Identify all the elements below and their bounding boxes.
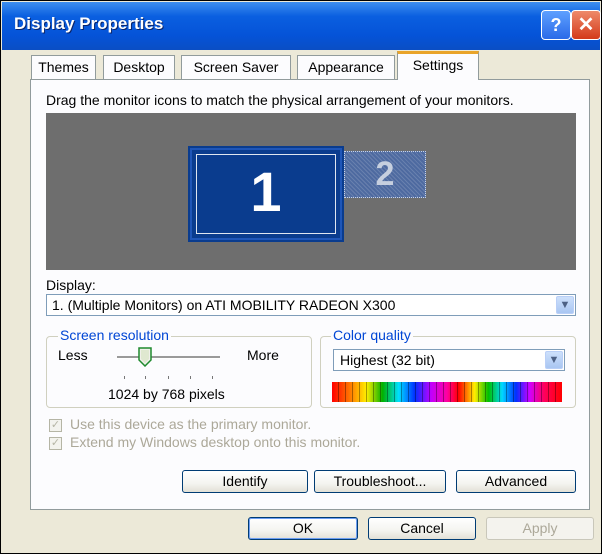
ok-button[interactable]: OK — [248, 517, 358, 540]
checkmark-icon: ✓ — [50, 419, 61, 431]
extend-desktop-label: Extend my Windows desktop onto this moni… — [70, 434, 361, 450]
screen-resolution-legend: Screen resolution — [58, 327, 171, 343]
slider-tick — [190, 376, 191, 379]
slider-thumb-icon[interactable] — [138, 347, 152, 367]
display-label: Display: — [46, 277, 96, 293]
primary-monitor-checkbox[interactable]: ✓ — [49, 419, 62, 432]
color-quality-legend: Color quality — [331, 327, 413, 343]
instructions-text: Drag the monitor icons to match the phys… — [46, 92, 514, 108]
monitor-1-number: 1 — [250, 160, 282, 223]
resolution-value: 1024 by 768 pixels — [108, 386, 225, 402]
window-title: Display Properties — [14, 14, 164, 33]
tab-settings[interactable]: Settings — [397, 51, 479, 80]
slider-tick — [124, 376, 125, 379]
title-bar[interactable]: Display Properties ? ✕ — [2, 2, 601, 50]
tab-themes[interactable]: Themes — [31, 55, 96, 79]
tab-appearance[interactable]: Appearance — [297, 55, 395, 79]
slider-tick — [168, 376, 169, 379]
cancel-button[interactable]: Cancel — [368, 517, 476, 540]
checkmark-icon: ✓ — [50, 437, 61, 449]
help-button[interactable]: ? — [541, 10, 571, 40]
close-button[interactable]: ✕ — [571, 10, 601, 40]
slider-tick — [145, 376, 146, 379]
slider-tick — [212, 376, 213, 379]
advanced-button[interactable]: Advanced — [456, 470, 576, 493]
color-quality-value: Highest (32 bit) — [340, 352, 435, 368]
chevron-down-icon[interactable]: ▼ — [556, 296, 574, 314]
color-quality-select[interactable]: Highest (32 bit) ▼ — [333, 349, 565, 371]
primary-monitor-label: Use this device as the primary monitor. — [70, 416, 312, 432]
close-icon: ✕ — [577, 14, 595, 36]
display-select[interactable]: 1. (Multiple Monitors) on ATI MOBILITY R… — [46, 294, 576, 316]
resolution-slider-track[interactable] — [117, 356, 220, 359]
color-spectrum-preview — [332, 382, 562, 402]
more-label: More — [247, 347, 279, 363]
tab-screen-saver[interactable]: Screen Saver — [181, 55, 291, 79]
monitor-2-number: 2 — [375, 155, 395, 193]
chevron-down-icon[interactable]: ▼ — [545, 351, 563, 369]
tab-desktop[interactable]: Desktop — [103, 55, 175, 79]
extend-desktop-checkbox[interactable]: ✓ — [49, 437, 62, 450]
less-label: Less — [58, 347, 88, 363]
help-icon: ? — [550, 15, 562, 35]
monitor-2[interactable]: 2 — [344, 151, 426, 198]
identify-button[interactable]: Identify — [182, 470, 308, 493]
monitor-1[interactable]: 1 — [188, 146, 344, 242]
apply-button[interactable]: Apply — [486, 517, 594, 540]
display-select-value: 1. (Multiple Monitors) on ATI MOBILITY R… — [52, 297, 396, 313]
troubleshoot-button[interactable]: Troubleshoot... — [314, 470, 446, 493]
